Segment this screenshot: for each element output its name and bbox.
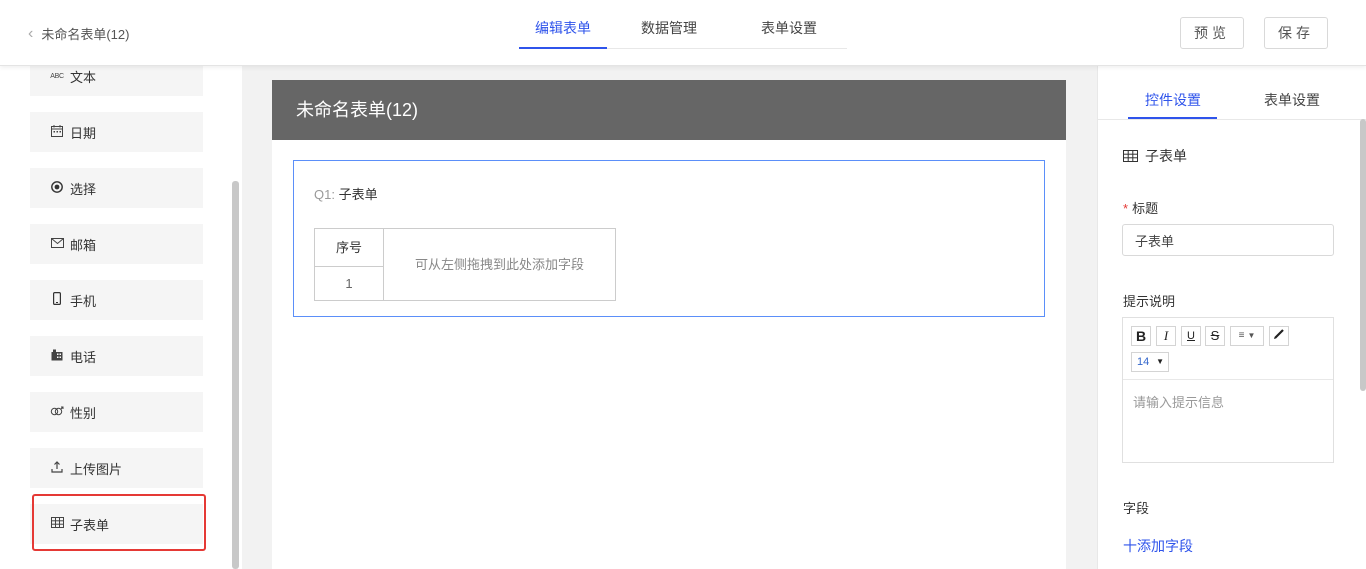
strikethrough-button[interactable]: S — [1205, 326, 1225, 346]
question-label: Q1: 子表单 — [314, 184, 378, 203]
field-item-label: 选择 — [70, 181, 97, 197]
font-size-dropdown[interactable]: 14 ▼ — [1131, 352, 1169, 372]
question-number: Q1: — [314, 187, 335, 202]
font-size-value: 14 — [1137, 356, 1150, 368]
underline-button[interactable]: U — [1181, 326, 1201, 346]
subform-table: 序号 1 可从左侧拖拽到此处添加字段 — [314, 228, 616, 301]
hint-editor-placeholder[interactable]: 请输入提示信息 — [1133, 392, 1224, 411]
text-color-button[interactable] — [1269, 326, 1289, 346]
settings-scrollbar[interactable] — [1360, 119, 1366, 391]
row-index-cell: 1 — [315, 267, 384, 300]
field-item-label: 性别 — [70, 405, 97, 421]
top-header: ‹ 未命名表单(12) 编辑表单 数据管理 表单设置 预览 保存 — [0, 0, 1366, 66]
calendar-icon — [50, 124, 64, 140]
tab-form-settings-panel[interactable]: 表单设置 — [1264, 90, 1320, 110]
field-item-label: 手机 — [70, 293, 97, 309]
field-item-text[interactable]: ABC 文本 — [30, 66, 203, 96]
chevron-left-icon: ‹ — [28, 24, 34, 42]
field-item-label: 文本 — [70, 69, 97, 85]
table-grid-icon — [1123, 150, 1138, 162]
field-item-upload-image[interactable]: 上传图片 — [30, 448, 203, 488]
text-abc-icon: ABC — [50, 72, 64, 80]
field-item-label: 上传图片 — [70, 461, 123, 477]
field-palette: ABC 文本 日期 选择 邮箱 手机 电话 性别 上传图片 子表单 — [0, 66, 242, 569]
field-drop-zone[interactable]: 可从左侧拖拽到此处添加字段 — [384, 229, 615, 300]
field-item-label: 电话 — [70, 349, 97, 365]
form-name: 未命名表单(12) — [41, 27, 130, 42]
align-dropdown[interactable]: ≡ ▼ — [1230, 326, 1264, 346]
add-field-button[interactable]: 十添加字段 — [1123, 536, 1193, 556]
control-title: 子表单 — [1123, 146, 1187, 166]
envelope-icon — [50, 237, 64, 251]
field-item-gender[interactable]: 性别 — [30, 392, 203, 432]
upload-icon — [50, 460, 64, 476]
fields-section-label: 字段 — [1123, 501, 1150, 516]
field-item-telephone[interactable]: 电话 — [30, 336, 203, 376]
form-title: 未命名表单(12) — [272, 80, 1066, 140]
index-column-header: 序号 — [315, 229, 384, 267]
question-title: 子表单 — [338, 187, 378, 202]
preview-button[interactable]: 预览 — [1180, 17, 1244, 49]
form-canvas: 未命名表单(12) Q1: 子表单 序号 1 可从左侧拖拽到此处添加字段 — [242, 66, 1097, 569]
chevron-down-icon: ▼ — [1247, 331, 1256, 340]
tab-data-management[interactable]: 数据管理 — [607, 12, 731, 48]
tab-control-settings[interactable]: 控件设置 — [1145, 90, 1201, 110]
settings-tabs: 控件设置 表单设置 — [1098, 66, 1366, 120]
field-item-mobile[interactable]: 手机 — [30, 280, 203, 320]
selected-field-highlight — [32, 494, 206, 551]
chevron-down-icon: ▼ — [1156, 357, 1164, 366]
tab-edit-form[interactable]: 编辑表单 — [519, 12, 607, 49]
field-item-label: 邮箱 — [70, 237, 97, 253]
subform-question[interactable]: Q1: 子表单 序号 1 可从左侧拖拽到此处添加字段 — [293, 160, 1045, 317]
settings-panel: 控件设置 表单设置 子表单 *标题 提示说明 B I U S ≡▼ 14 ▼ — [1097, 66, 1366, 569]
field-item-label: 日期 — [70, 125, 97, 141]
italic-button[interactable]: I — [1156, 326, 1176, 346]
title-label-text: 标题 — [1132, 201, 1159, 216]
control-name: 子表单 — [1145, 148, 1187, 164]
bold-button[interactable]: B — [1131, 326, 1151, 346]
mobile-phone-icon — [50, 292, 64, 308]
hint-field-label: 提示说明 — [1123, 294, 1176, 309]
field-item-select[interactable]: 选择 — [30, 168, 203, 208]
radio-icon — [50, 180, 64, 196]
save-button[interactable]: 保存 — [1264, 17, 1328, 49]
tab-form-settings[interactable]: 表单设置 — [731, 12, 847, 48]
form-card: 未命名表单(12) Q1: 子表单 序号 1 可从左侧拖拽到此处添加字段 — [272, 80, 1066, 569]
back-button[interactable]: ‹ 未命名表单(12) — [28, 24, 129, 43]
required-mark: * — [1123, 201, 1129, 216]
telephone-icon — [50, 349, 64, 364]
pen-icon — [1273, 329, 1284, 340]
align-left-icon: ≡ — [1238, 330, 1245, 341]
active-tab-indicator — [1128, 117, 1217, 119]
editor-toolbar: B I U S ≡ ▼ 14 ▼ — [1123, 318, 1333, 380]
title-input[interactable] — [1122, 224, 1334, 256]
title-field-label: * 标题 — [1123, 198, 1158, 217]
main-tabs: 编辑表单 数据管理 表单设置 — [519, 12, 847, 49]
hint-rich-editor: B I U S ≡ ▼ 14 ▼ 请输入提示信息 — [1122, 317, 1334, 463]
field-item-email[interactable]: 邮箱 — [30, 224, 203, 264]
gender-icon — [50, 405, 64, 420]
field-item-date[interactable]: 日期 — [30, 112, 203, 152]
palette-scrollbar[interactable] — [232, 181, 239, 569]
